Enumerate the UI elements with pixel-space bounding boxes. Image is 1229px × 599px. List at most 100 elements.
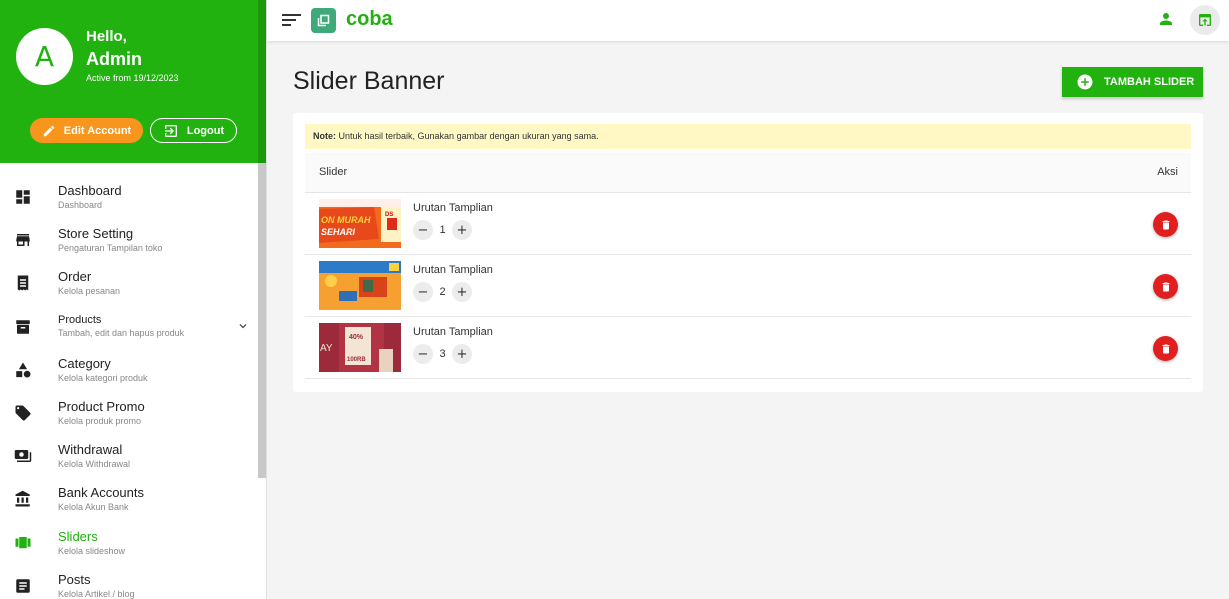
sidebar-item-product-promo[interactable]: Product Promo Kelola produk promo — [0, 392, 258, 435]
increment-button[interactable]: + — [452, 220, 472, 240]
order-stepper: − 1 + — [413, 220, 472, 240]
add-circle-icon — [1077, 74, 1093, 90]
order-value: 1 — [439, 224, 446, 236]
svg-text:AY: AY — [320, 343, 333, 354]
active-from: Active from 19/12/2023 — [86, 73, 179, 83]
order-value: 2 — [439, 286, 446, 298]
shapes-icon — [14, 361, 32, 379]
decrement-button[interactable]: − — [413, 282, 433, 302]
sidebar-item-sub: Kelola Akun Bank — [58, 502, 129, 513]
carousel-icon — [14, 534, 32, 552]
sidebar-item-products[interactable]: Products Tambah, edit dan hapus produk — [0, 306, 258, 349]
logout-button[interactable]: Logout — [150, 118, 237, 143]
thumb-text-2: SEHARI — [321, 227, 356, 237]
receipt-icon — [14, 274, 32, 292]
order-stepper: − 2 + — [413, 282, 472, 302]
sidebar: A Hello, Admin Active from 19/12/2023 Ed… — [0, 0, 267, 599]
sidebar-scrollbar-top — [258, 0, 266, 163]
sidebar-item-sub: Kelola pesanan — [58, 286, 121, 297]
sidebar-item-dashboard[interactable]: Dashboard Dashboard — [0, 176, 258, 219]
edit-account-label: Edit Account — [63, 124, 132, 137]
sidebar-item-sliders[interactable]: Sliders Kelola slideshow — [0, 522, 258, 565]
sidebar-item-label: Posts — [58, 571, 91, 587]
increment-button[interactable]: + — [452, 344, 472, 364]
menu-toggle-icon[interactable] — [282, 12, 302, 33]
sidebar-item-label: Withdrawal — [58, 442, 123, 458]
user-icon[interactable] — [1157, 10, 1175, 33]
avatar: A — [16, 28, 73, 85]
logout-label: Logout — [186, 124, 225, 137]
sidebar-item-category[interactable]: Category Kelola kategori produk — [0, 349, 258, 392]
delete-button[interactable] — [1153, 336, 1178, 361]
table-row: DS ON MURAH SEHARI Urutan Tamplian − 1 + — [305, 193, 1191, 255]
note-text: Untuk hasil terbaik, Gunakan gambar deng… — [336, 131, 599, 141]
sidebar-item-label: Order — [58, 269, 92, 285]
slider-thumbnail: 40% 100RB AY — [319, 323, 401, 372]
thumb-text-2: 100RB — [347, 357, 366, 363]
add-slider-button[interactable]: TAMBAH SLIDER — [1062, 67, 1203, 97]
slider-thumbnail: DS ON MURAH SEHARI — [319, 199, 401, 248]
sidebar-item-label: Store Setting — [58, 226, 134, 242]
sidebar-item-bank-accounts[interactable]: Bank Accounts Kelola Akun Bank — [0, 478, 258, 521]
table-row: 40% 100RB AY Urutan Tamplian − 3 + — [305, 317, 1191, 379]
chevron-down-icon[interactable] — [236, 319, 250, 338]
logo-icon — [311, 8, 336, 33]
payments-icon — [14, 447, 32, 465]
sidebar-item-label: Category — [58, 355, 111, 371]
column-slider: Slider — [319, 166, 348, 178]
sidebar-item-sub: Kelola Withdrawal — [58, 459, 131, 470]
sidebar-item-sub: Kelola Artikel / blog — [58, 588, 135, 599]
note-banner: Note: Untuk hasil terbaik, Gunakan gamba… — [305, 124, 1191, 149]
add-slider-label: TAMBAH SLIDER — [1104, 76, 1195, 88]
sidebar-menu: Dashboard Dashboard Store Setting Pengat… — [0, 176, 258, 599]
store-icon — [14, 231, 32, 249]
order-value: 3 — [439, 348, 446, 360]
table-header: Slider Aksi — [305, 153, 1191, 193]
sidebar-item-label: Products — [58, 313, 102, 326]
dashboard-icon — [14, 188, 32, 206]
sidebar-item-store-setting[interactable]: Store Setting Pengaturan Tampilan toko — [0, 219, 258, 262]
sidebar-item-sub: Kelola produk promo — [58, 415, 142, 426]
slider-card: Note: Untuk hasil terbaik, Gunakan gamba… — [293, 113, 1203, 392]
greeting: Hello, — [86, 28, 127, 45]
sidebar-item-sub: Tambah, edit dan hapus produk — [58, 327, 185, 338]
delete-button[interactable] — [1153, 274, 1178, 299]
delete-button[interactable] — [1153, 212, 1178, 237]
tag-icon — [14, 404, 32, 422]
open-store-button[interactable] — [1190, 5, 1220, 35]
bank-icon — [14, 490, 32, 508]
article-icon — [14, 577, 32, 595]
column-aksi: Aksi — [1157, 166, 1178, 178]
row-title: Urutan Tamplian — [413, 326, 493, 338]
trash-icon — [1162, 282, 1169, 291]
table-row: Urutan Tamplian − 2 + — [305, 255, 1191, 317]
row-title: Urutan Tamplian — [413, 264, 493, 276]
brand-name[interactable]: coba — [346, 8, 393, 31]
sidebar-item-sub: Kelola kategori produk — [58, 372, 148, 383]
topbar: coba — [267, 0, 1229, 41]
page-title: Slider Banner — [293, 67, 445, 95]
thumb-text: ON MURAH — [321, 215, 371, 225]
sidebar-item-sub: Pengaturan Tampilan toko — [58, 243, 163, 254]
pencil-icon — [43, 125, 55, 136]
slider-thumbnail — [319, 261, 401, 310]
trash-icon — [1162, 344, 1169, 353]
sidebar-item-label: Dashboard — [58, 183, 122, 198]
sidebar-item-sub: Kelola slideshow — [58, 545, 126, 556]
decrement-button[interactable]: − — [413, 220, 433, 240]
increment-button[interactable]: + — [452, 282, 472, 302]
thumb-text: 40% — [349, 334, 364, 341]
svg-text:DS: DS — [385, 212, 393, 218]
sidebar-item-label: Bank Accounts — [58, 485, 144, 501]
profile-panel: A Hello, Admin Active from 19/12/2023 Ed… — [0, 0, 266, 163]
sidebar-item-withdrawal[interactable]: Withdrawal Kelola Withdrawal — [0, 435, 258, 478]
trash-icon — [1162, 220, 1169, 229]
sidebar-item-posts[interactable]: Posts Kelola Artikel / blog — [0, 565, 258, 599]
archive-icon — [14, 318, 32, 336]
user-name: Admin — [86, 49, 142, 69]
edit-account-button[interactable]: Edit Account — [30, 118, 143, 143]
sidebar-item-sub: Dashboard — [58, 200, 103, 210]
note-label: Note: — [313, 131, 336, 141]
sidebar-item-order[interactable]: Order Kelola pesanan — [0, 262, 258, 305]
decrement-button[interactable]: − — [413, 344, 433, 364]
